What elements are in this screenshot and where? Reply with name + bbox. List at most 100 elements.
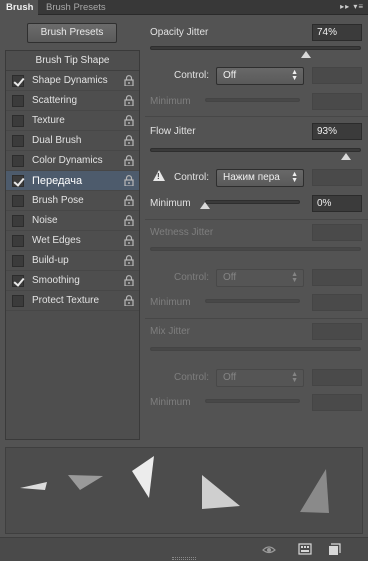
- option-checkbox[interactable]: [12, 115, 24, 127]
- option-label: Texture: [32, 115, 65, 126]
- brush-option-item[interactable]: Dual Brush: [6, 131, 139, 151]
- lock-icon[interactable]: [124, 195, 134, 206]
- option-label: Smoothing: [32, 275, 80, 286]
- option-checkbox[interactable]: [12, 175, 24, 187]
- select-arrows-icon: ▲ ▼: [291, 271, 298, 284]
- preview-triangle: [68, 475, 103, 490]
- flow-minimum-thumb[interactable]: [200, 202, 210, 209]
- select-arrows-icon: ▲ ▼: [291, 69, 298, 82]
- flow-jitter-slider[interactable]: [150, 148, 361, 152]
- panel-tab-bar: Brush Brush Presets ▸▸ ▾≡: [0, 0, 368, 15]
- mix-jitter-field: [312, 323, 362, 340]
- brush-option-item[interactable]: Wet Edges: [6, 231, 139, 251]
- option-label: Scattering: [32, 95, 78, 106]
- lock-icon[interactable]: [124, 295, 134, 306]
- flow-minimum-label: Minimum: [150, 198, 191, 209]
- brush-option-item[interactable]: Protect Texture: [6, 291, 139, 311]
- mix-minimum-label: Minimum: [150, 397, 191, 408]
- option-checkbox[interactable]: [12, 275, 24, 287]
- lock-icon[interactable]: [124, 215, 134, 226]
- brush-option-item[interactable]: Shape Dynamics: [6, 71, 139, 91]
- tab-brush-presets[interactable]: Brush Presets: [40, 0, 112, 15]
- option-checkbox[interactable]: [12, 235, 24, 247]
- lock-icon[interactable]: [124, 155, 134, 166]
- option-label: Shape Dynamics: [32, 75, 108, 86]
- opacity-control-value: Off: [223, 70, 237, 81]
- tab-brush[interactable]: Brush: [0, 0, 38, 15]
- brush-option-item[interactable]: Build-up: [6, 251, 139, 271]
- wetness-minimum-field: [312, 294, 362, 311]
- brush-option-item[interactable]: Передача: [6, 171, 139, 191]
- option-checkbox[interactable]: [12, 295, 24, 307]
- panel-menu-icon[interactable]: ▸▸ ▾≡: [340, 2, 364, 11]
- panel-bottom-bar: [0, 537, 368, 561]
- opacity-control-field: [312, 67, 362, 84]
- brush-settings-sidebar: Brush Presets Brush Tip Shape Shape Dyna…: [0, 15, 143, 440]
- mix-control-value: Off: [223, 372, 237, 383]
- divider: [145, 219, 368, 220]
- opacity-minimum-field: [312, 93, 362, 110]
- option-checkbox[interactable]: [12, 135, 24, 147]
- brush-tip-shape-item[interactable]: Brush Tip Shape: [6, 51, 139, 71]
- flow-control-select[interactable]: Нажим пера ▲ ▼: [216, 169, 304, 187]
- flow-jitter-thumb[interactable]: [341, 153, 352, 160]
- option-label: Wet Edges: [32, 235, 81, 246]
- lock-icon[interactable]: [124, 275, 134, 286]
- opacity-jitter-value[interactable]: 74%: [312, 24, 362, 41]
- wetness-control-select: Off ▲ ▼: [216, 269, 304, 287]
- opacity-jitter-label: Opacity Jitter: [150, 27, 209, 38]
- option-label: Noise: [32, 215, 58, 226]
- brush-presets-button[interactable]: Brush Presets: [27, 23, 117, 43]
- option-checkbox[interactable]: [12, 75, 24, 87]
- wetness-minimum-label: Minimum: [150, 297, 191, 308]
- new-preset-icon[interactable]: [327, 542, 341, 556]
- brush-option-item[interactable]: Texture: [6, 111, 139, 131]
- divider: [145, 318, 368, 319]
- flow-control-value: Нажим пера: [223, 172, 280, 183]
- lock-icon[interactable]: [124, 175, 134, 186]
- brush-option-item[interactable]: Noise: [6, 211, 139, 231]
- opacity-jitter-slider[interactable]: [150, 46, 361, 50]
- option-checkbox[interactable]: [12, 155, 24, 167]
- option-label: Build-up: [32, 255, 69, 266]
- flow-minimum-value[interactable]: 0%: [312, 195, 362, 212]
- mix-minimum-field: [312, 394, 362, 411]
- flow-minimum-slider[interactable]: [205, 200, 300, 204]
- mix-minimum-slider: [205, 399, 300, 403]
- mix-jitter-label: Mix Jitter: [150, 326, 190, 337]
- opacity-minimum-slider: [205, 98, 300, 102]
- preview-triangle: [202, 475, 240, 509]
- mix-jitter-slider: [150, 347, 361, 351]
- brush-option-item[interactable]: Brush Pose: [6, 191, 139, 211]
- opacity-minimum-label: Minimum: [150, 96, 191, 107]
- wetness-minimum-slider: [205, 299, 300, 303]
- brush-option-item[interactable]: Scattering: [6, 91, 139, 111]
- option-checkbox[interactable]: [12, 255, 24, 267]
- opacity-jitter-thumb[interactable]: [301, 51, 312, 58]
- option-checkbox[interactable]: [12, 215, 24, 227]
- transfer-settings-panel: Opacity Jitter 74% Control: Off ▲ ▼ Minim…: [145, 15, 368, 440]
- lock-icon[interactable]: [124, 255, 134, 266]
- brush-panel-icon[interactable]: [298, 542, 312, 556]
- option-checkbox[interactable]: [12, 195, 24, 207]
- lock-icon[interactable]: [124, 235, 134, 246]
- preview-triangle: [20, 482, 47, 490]
- lock-icon[interactable]: [124, 115, 134, 126]
- wetness-control-label: Control:: [174, 272, 210, 283]
- option-label: Protect Texture: [32, 295, 100, 306]
- lock-icon[interactable]: [124, 75, 134, 86]
- warning-icon: !: [153, 170, 165, 181]
- wetness-control-value: Off: [223, 272, 237, 283]
- brush-options-list: Brush Tip Shape Shape Dynamics Scattering…: [5, 50, 140, 440]
- brush-option-item[interactable]: Smoothing: [6, 271, 139, 291]
- option-label: Brush Pose: [32, 195, 84, 206]
- resize-grip[interactable]: [172, 557, 196, 560]
- lock-icon[interactable]: [124, 95, 134, 106]
- select-arrows-icon: ▲ ▼: [291, 371, 298, 384]
- toggle-preview-icon[interactable]: [262, 542, 276, 556]
- brush-option-item[interactable]: Color Dynamics: [6, 151, 139, 171]
- flow-jitter-value[interactable]: 93%: [312, 123, 362, 140]
- option-checkbox[interactable]: [12, 95, 24, 107]
- lock-icon[interactable]: [124, 135, 134, 146]
- opacity-control-select[interactable]: Off ▲ ▼: [216, 67, 304, 85]
